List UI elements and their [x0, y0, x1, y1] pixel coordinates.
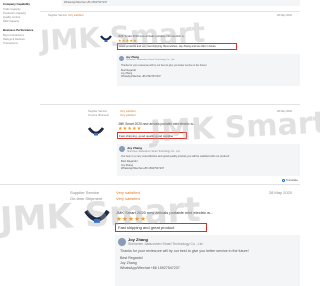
reply-sign-contact: WhatsApp/Wechat +86 15927547237	[121, 167, 165, 171]
rating-values: Very satisfied Very satisfied	[120, 110, 135, 118]
review-divider	[0, 184, 300, 185]
reply-body: Our item is a very cost-effective and go…	[121, 155, 229, 171]
previous-review-reply: WhatsApp/Wechat +86 15927547237	[62, 0, 300, 6]
review-card: Supplier Service Very satisfied 28 May 2…	[0, 12, 300, 102]
sidebar-item-trade-capacity[interactable]: Trade Capacity	[3, 8, 21, 11]
avatar	[119, 56, 124, 61]
rating-stars: ★★★★★	[116, 216, 147, 223]
on-time-shipment-value: Very satisfied	[116, 196, 140, 201]
translate-icon	[281, 178, 285, 182]
previous-reply-contact: WhatsApp/Wechat +86 15927547237	[64, 1, 108, 4]
reply-body: Thanks for your review,we will try our b…	[120, 249, 298, 271]
review-comment-highlight: Good products and very fast shipping. Be…	[117, 43, 237, 50]
product-thumbnail[interactable]	[84, 208, 110, 228]
reply-sign-contact: WhatsApp/Wechat +86 15927547237	[120, 266, 180, 270]
on-time-shipment-label: On-time Shipment	[70, 196, 103, 201]
reply-company-name: Shenzhen Jiaduoshen Smart Technology Co.…	[126, 59, 175, 61]
review-divider	[40, 104, 300, 105]
supplier-service-label: Supplier Service	[48, 14, 67, 17]
on-time-shipment-value: Very satisfied	[120, 114, 136, 117]
rating-labels: Supplier Service On-time Shipment	[88, 110, 109, 118]
reply-company-name: Shenzhen Jiaduoshen Smart Technology Co.…	[128, 242, 204, 246]
avatar	[118, 238, 126, 246]
reply-company-name: Shenzhen Jiaduoshen Smart Technology Co.…	[127, 149, 181, 153]
reply-text: Our item is a very cost-effective and go…	[121, 155, 230, 158]
reply-sign-contact: WhatsApp/Wechat +86 15927547237	[121, 74, 161, 78]
reply-text: Thanks for your review,we will try our b…	[121, 64, 207, 67]
review-date: 28 May 2020	[277, 110, 292, 113]
review-comment-highlight: Fast shipping, good quality good supplie…	[117, 132, 187, 139]
on-time-shipment-label: On-time Shipment	[88, 114, 109, 117]
review-comment-highlight: Fast shipping and great product	[115, 223, 207, 232]
review-card: Supplier Service On-time Shipment Very s…	[0, 186, 300, 286]
rating-labels: Supplier Service	[48, 14, 67, 17]
avatar	[119, 146, 125, 152]
reply-text: Thanks for your review,we will try our b…	[120, 249, 249, 253]
translate-label: Translate	[285, 178, 298, 182]
supplier-reply-box: Joy Zhang Shenzhen Jiaduoshen Smart Tech…	[115, 235, 300, 286]
supplier-reply-box: Joy Zhang Shenzhen Jiaduoshen Smart Tech…	[117, 144, 300, 176]
supplier-reply-box: Joy Zhang Shenzhen Jiaduoshen Smart Tech…	[117, 54, 300, 86]
review-date: 28 May 2020	[268, 190, 292, 195]
reply-body: Thanks for your review,we will try our b…	[121, 64, 207, 78]
sidebar-section-company-capability: Company Capability	[3, 2, 30, 6]
rating-values: Very satisfied Very satisfied	[116, 190, 140, 202]
review-date: 28 May 2020	[277, 14, 292, 17]
product-thumbnail[interactable]	[88, 126, 104, 138]
product-thumbnail[interactable]	[100, 34, 112, 44]
translate-link[interactable]: Translate	[281, 178, 298, 182]
rating-labels: Supplier Service On-time Shipment	[70, 190, 102, 202]
supplier-service-value: Very satisfied	[68, 14, 84, 17]
review-card: Supplier Service On-time Shipment Very s…	[0, 108, 300, 178]
